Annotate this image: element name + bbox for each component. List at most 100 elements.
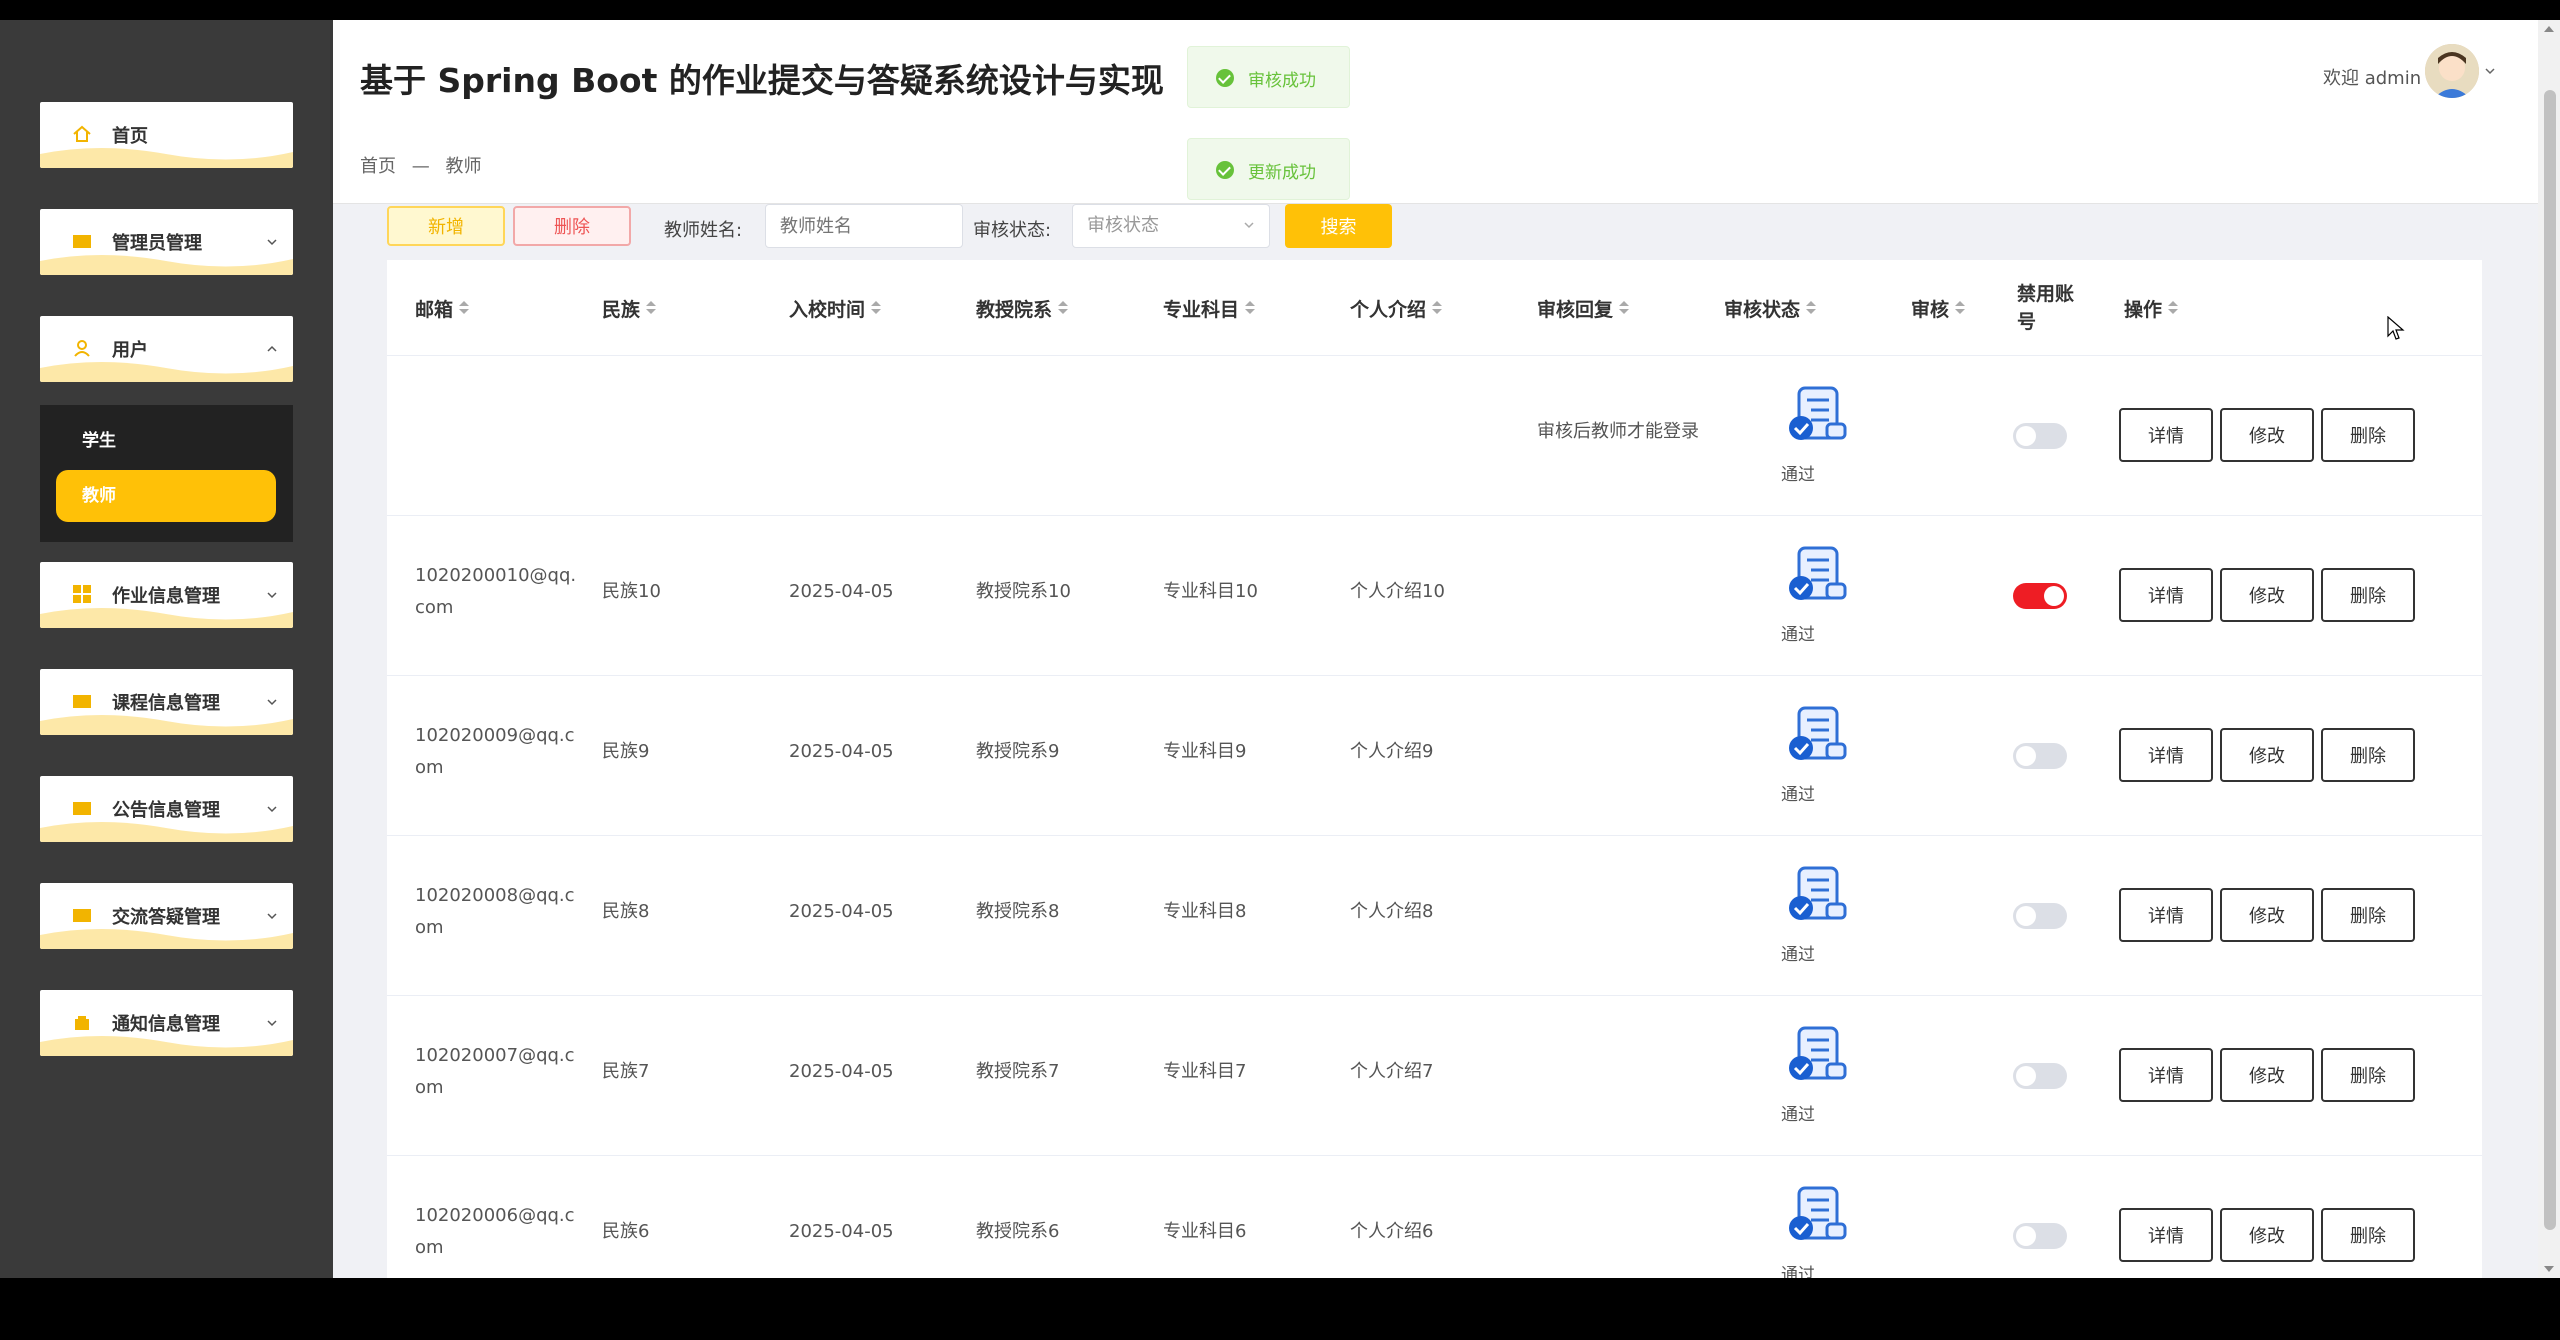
cell-subject: 专业科目7 <box>1163 1061 1247 1082</box>
column-header-subject[interactable]: 专业科目 <box>1163 260 1256 356</box>
delete-button[interactable]: 删除 <box>2321 728 2415 782</box>
chevron-down-icon <box>1244 222 1254 229</box>
cell-ethnicity: 民族10 <box>602 581 661 602</box>
chevron-up-icon <box>267 345 277 352</box>
column-header-reply[interactable]: 审核回复 <box>1537 260 1630 356</box>
avatar[interactable] <box>2425 44 2479 98</box>
cell-date: 2025-04-05 <box>789 1061 894 1082</box>
cell-subject: 专业科目10 <box>1163 581 1258 602</box>
sidebar-item-home[interactable]: 首页 <box>40 102 293 168</box>
edit-button[interactable]: 修改 <box>2220 1048 2314 1102</box>
column-header-label: 专业科目 <box>1163 298 1240 321</box>
delete-button[interactable]: 删除 <box>2321 1048 2415 1102</box>
column-header-audit[interactable]: 审核 <box>1911 260 1966 356</box>
delete-button[interactable]: 删除 <box>2321 408 2415 462</box>
teacher-name-label: 教师姓名: <box>664 220 743 241</box>
edit-button[interactable]: 修改 <box>2220 888 2314 942</box>
cell-date: 2025-04-05 <box>789 901 894 922</box>
add-button[interactable]: 新增 <box>387 206 505 246</box>
column-header-date[interactable]: 入校时间 <box>789 260 882 356</box>
disable-account-toggle[interactable] <box>2013 583 2067 609</box>
delete-button[interactable]: 删除 <box>2321 1208 2415 1262</box>
disable-account-toggle[interactable] <box>2013 423 2067 449</box>
scroll-down-icon[interactable] <box>2544 1266 2554 1272</box>
breadcrumb-separator: — <box>411 156 430 177</box>
user-icon <box>74 340 90 357</box>
delete-button[interactable]: 删除 <box>2321 888 2415 942</box>
wave-decoration <box>40 148 293 168</box>
chevron-down-icon[interactable] <box>2483 64 2497 78</box>
submenu-item-teacher[interactable]: 教师 <box>56 470 276 522</box>
disable-account-toggle[interactable] <box>2013 743 2067 769</box>
breadcrumb-home[interactable]: 首页 <box>360 156 396 177</box>
cell-date: 2025-04-05 <box>789 741 894 762</box>
table-row: 102020009@qq.com 民族9 2025-04-05 教授院系9 专业科目9 个… <box>387 676 2482 836</box>
table-row: 1020200010@qq.com 民族10 2025-04-05 教授院系10 专业科… <box>387 516 2482 676</box>
cell-dept: 教授院系6 <box>976 1221 1060 1242</box>
audit-status-select[interactable]: 审核状态 <box>1072 204 1270 248</box>
chevron-down-icon <box>267 806 277 813</box>
sidebar-item-label: 交流答疑管理 <box>112 907 220 928</box>
sidebar-item-notice[interactable]: 通知信息管理 <box>40 990 293 1056</box>
breadcrumb-current: 教师 <box>445 156 482 177</box>
detail-button[interactable]: 详情 <box>2119 728 2213 782</box>
cell-intro: 个人介绍10 <box>1350 581 1445 602</box>
edit-button[interactable]: 修改 <box>2220 728 2314 782</box>
page-scrollbar[interactable] <box>2538 20 2560 1278</box>
sidebar-item-label: 公告信息管理 <box>112 800 220 821</box>
cell-dept: 教授院系8 <box>976 901 1060 922</box>
sidebar-item-course[interactable]: 课程信息管理 <box>40 669 293 735</box>
disable-account-toggle[interactable] <box>2013 1223 2067 1249</box>
detail-button[interactable]: 详情 <box>2119 1048 2213 1102</box>
detail-button[interactable]: 详情 <box>2119 568 2213 622</box>
scroll-up-icon[interactable] <box>2544 26 2554 32</box>
search-button[interactable]: 搜索 <box>1285 204 1392 248</box>
column-header-label: 审核回复 <box>1537 298 1614 321</box>
delete-button[interactable]: 删除 <box>2321 568 2415 622</box>
detail-button[interactable]: 详情 <box>2119 1208 2213 1262</box>
sidebar-item-qa[interactable]: 交流答疑管理 <box>40 883 293 949</box>
sidebar-item-label: 作业信息管理 <box>112 586 220 607</box>
teacher-name-input[interactable] <box>765 204 963 248</box>
batch-delete-button[interactable]: 删除 <box>513 206 631 246</box>
column-header-status[interactable]: 审核状态 <box>1724 260 1817 356</box>
column-header-email[interactable]: 邮箱 <box>415 260 470 356</box>
toast-message: 审核成功 <box>1248 71 1316 91</box>
teacher-table: 邮箱 民族 入校时间 教授院系 专业科目 个人介绍 审核回复 审核状态 审核 禁… <box>387 260 2482 1278</box>
home-icon <box>73 125 91 142</box>
column-header-label: 审核状态 <box>1724 298 1801 321</box>
edit-button[interactable]: 修改 <box>2220 568 2314 622</box>
column-header-dept[interactable]: 教授院系 <box>976 260 1069 356</box>
chevron-down-icon <box>267 1020 277 1027</box>
column-header-disable[interactable]: 禁用账号 <box>2017 260 2085 356</box>
cell-subject: 专业科目6 <box>1163 1221 1247 1242</box>
detail-button[interactable]: 详情 <box>2119 888 2213 942</box>
column-header-intro[interactable]: 个人介绍 <box>1350 260 1443 356</box>
sidebar-item-homework[interactable]: 作业信息管理 <box>40 562 293 628</box>
sidebar-item-user[interactable]: 用户 <box>40 316 293 382</box>
disable-account-toggle[interactable] <box>2013 903 2067 929</box>
success-icon <box>1216 69 1234 87</box>
column-header-label: 审核 <box>1911 298 1950 321</box>
sidebar-item-admin[interactable]: 管理员管理 <box>40 209 293 275</box>
column-header-label: 禁用账号 <box>2017 283 2075 333</box>
audit-document-icon <box>1789 1186 1847 1240</box>
sort-icon <box>1432 301 1443 315</box>
sidebar-item-announcement[interactable]: 公告信息管理 <box>40 776 293 842</box>
edit-button[interactable]: 修改 <box>2220 1208 2314 1262</box>
avatar-icon <box>2425 44 2479 98</box>
disable-account-toggle[interactable] <box>2013 1063 2067 1089</box>
submenu-item-student[interactable]: 学生 <box>56 415 276 467</box>
folder-icon <box>73 695 91 708</box>
column-header-ethnicity[interactable]: 民族 <box>602 260 657 356</box>
column-header-label: 操作 <box>2124 298 2163 321</box>
sort-icon <box>1955 301 1966 315</box>
column-header-label: 民族 <box>602 298 641 321</box>
edit-button[interactable]: 修改 <box>2220 408 2314 462</box>
cell-email: 102020008@qq.com <box>415 885 575 938</box>
cell-email: 1020200010@qq.com <box>415 565 577 618</box>
column-header-actions[interactable]: 操作 <box>2124 260 2179 356</box>
header: 基于 Spring Boot 的作业提交与答疑系统设计与实现 欢迎 admin <box>333 20 2538 128</box>
scroll-thumb[interactable] <box>2544 90 2556 1230</box>
detail-button[interactable]: 详情 <box>2119 408 2213 462</box>
